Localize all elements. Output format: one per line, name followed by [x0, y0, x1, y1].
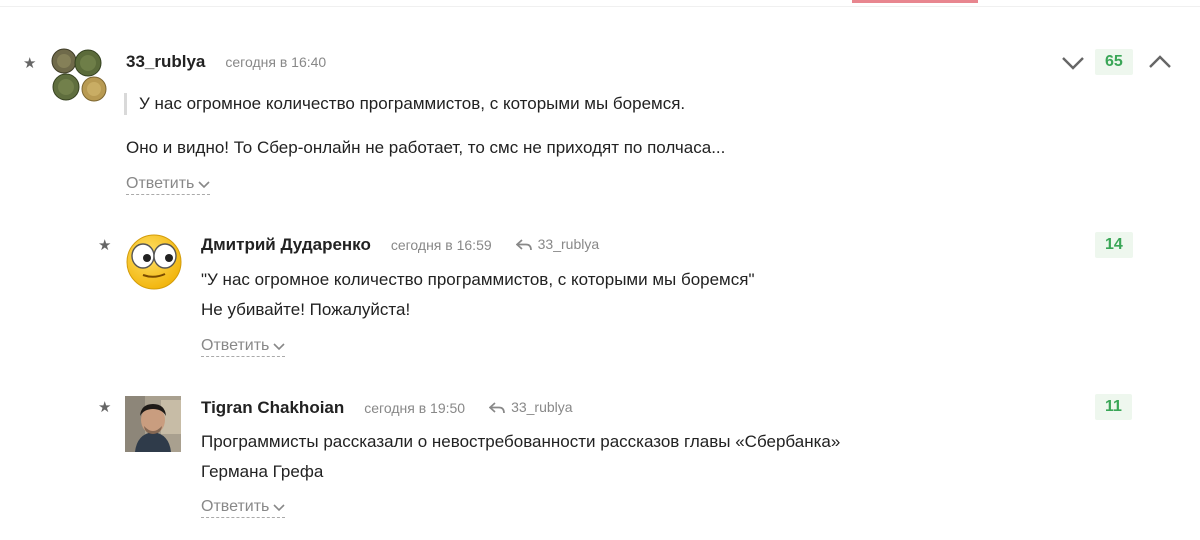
top-bar [0, 0, 1200, 8]
star-icon[interactable]: ★ [98, 400, 111, 415]
comment-text: Оно и видно! То Сбер-онлайн не работает,… [126, 138, 726, 157]
comment-text-line: Программисты рассказали о невостребованн… [201, 432, 841, 451]
author-name[interactable]: Tigran Chakhoian [201, 398, 344, 418]
reply-label: Ответить [201, 337, 270, 354]
star-icon[interactable]: ★ [98, 238, 111, 253]
divider [0, 6, 1200, 7]
star-icon[interactable]: ★ [23, 56, 36, 71]
comment-time[interactable]: сегодня в 16:40 [225, 54, 326, 70]
comment-time[interactable]: сегодня в 16:59 [391, 237, 492, 253]
reply-to-username: 33_rublya [537, 236, 600, 252]
author-name[interactable]: Дмитрий Дударенко [201, 235, 371, 255]
chevron-down-icon [273, 504, 285, 512]
rating-badge: 65 [1095, 49, 1133, 75]
avatar[interactable] [125, 232, 183, 290]
avatar[interactable] [125, 396, 181, 452]
chevron-down-icon [198, 181, 210, 189]
reply-arrow-icon [515, 239, 532, 251]
reply-button[interactable]: Ответить [201, 337, 286, 357]
reply-arrow-icon [489, 402, 505, 414]
reply-to-link[interactable]: 33_rublya [489, 399, 573, 415]
comment-time[interactable]: сегодня в 19:50 [364, 400, 465, 416]
reply-to-username: 33_rublya [511, 399, 573, 415]
reply-label: Ответить [201, 498, 270, 515]
reply-to-link[interactable]: 33_rublya [515, 236, 600, 252]
rating-badge: 11 [1095, 394, 1132, 420]
reply-button[interactable]: Ответить [201, 498, 286, 518]
avatar[interactable] [50, 47, 108, 105]
chevron-down-icon [273, 343, 285, 351]
rating-badge: 14 [1095, 232, 1133, 258]
author-name[interactable]: 33_rublya [126, 52, 205, 72]
active-tab-indicator [852, 0, 978, 3]
quote-block: У нас огромное количество программистов,… [124, 93, 685, 115]
reply-button[interactable]: Ответить [126, 175, 211, 195]
reply-label: Ответить [126, 175, 195, 192]
vote-up-icon[interactable] [1148, 54, 1172, 70]
comment-text-line: "У нас огромное количество программистов… [201, 270, 755, 289]
vote-down-icon[interactable] [1061, 55, 1085, 71]
comment-text-line: Германа Грефа [201, 462, 324, 481]
comment-text-line: Не убивайте! Пожалуйста! [201, 300, 411, 319]
